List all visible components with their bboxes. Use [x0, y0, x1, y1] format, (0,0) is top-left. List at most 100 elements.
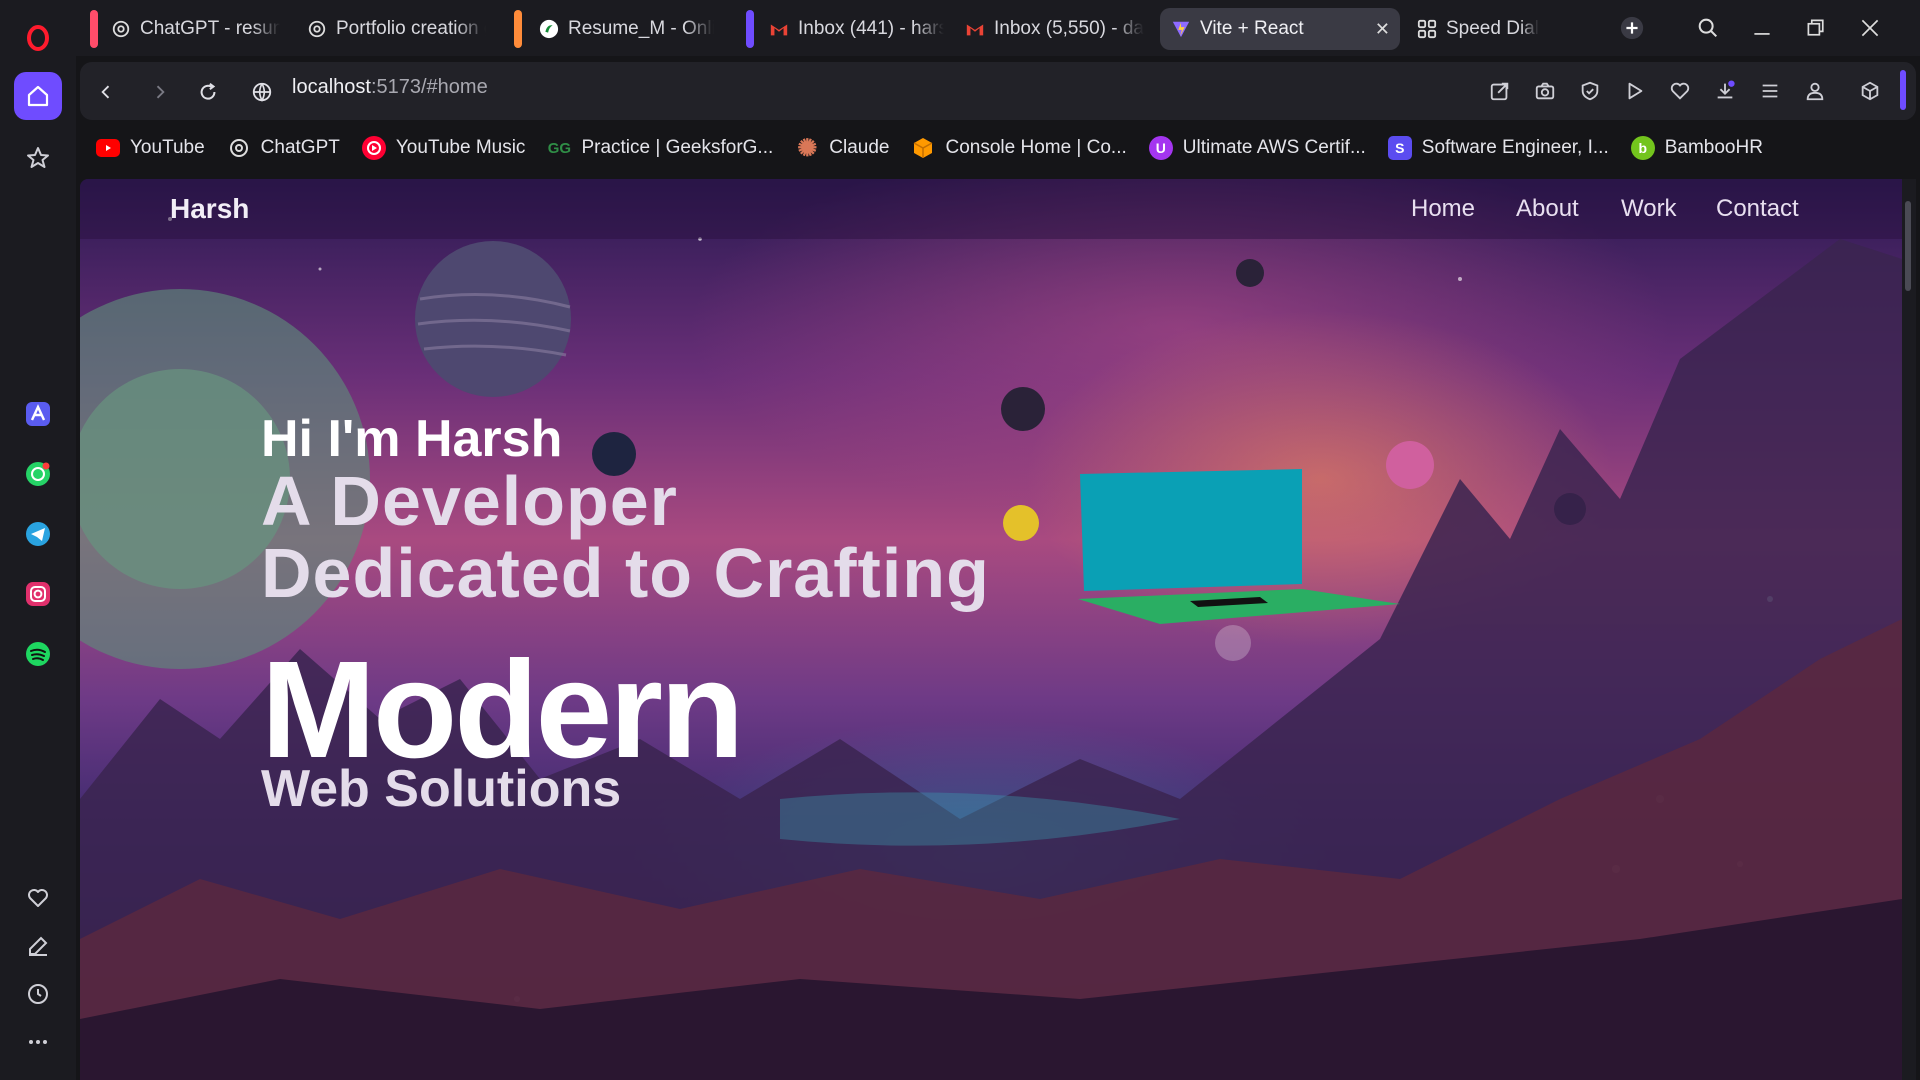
scrollbar-thumb[interactable] — [1905, 201, 1911, 291]
new-tab-button[interactable] — [1612, 10, 1652, 46]
bookmark-label: Practice | GeeksforG... — [581, 137, 774, 158]
tab-strip: ChatGPT - resume l Portfolio creation g … — [76, 0, 1920, 56]
chatgpt-icon — [306, 18, 328, 40]
play-icon[interactable] — [1619, 75, 1651, 107]
star-icon[interactable] — [14, 134, 62, 182]
bookmark-bamboohr[interactable]: b BambooHR — [1630, 136, 1763, 160]
hero-line-crafting: Dedicated to Crafting — [261, 534, 990, 612]
bookmark-youtube[interactable]: YouTube — [96, 137, 205, 159]
tab[interactable]: Inbox (441) - harsh — [758, 8, 954, 50]
site-brand[interactable]: Harsh — [170, 193, 249, 225]
nav-link-home[interactable]: Home — [1411, 195, 1475, 223]
youtube-music-icon — [361, 136, 386, 160]
hero-line-developer: A Developer — [261, 462, 678, 540]
overleaf-icon — [538, 18, 560, 40]
aws-console-icon — [911, 136, 935, 160]
youtube-icon — [96, 139, 120, 157]
gmail-icon — [768, 18, 790, 40]
site-navbar: Harsh Home About Work Contact — [80, 179, 1902, 239]
bookmark-youtube-music[interactable]: YouTube Music — [361, 136, 526, 160]
bookmark-claude[interactable]: ✺ Claude — [795, 134, 890, 162]
opera-menu-icon[interactable] — [14, 14, 62, 62]
aria-ai-icon[interactable] — [14, 390, 62, 438]
tab-island-marker — [90, 10, 98, 48]
space-landscape-background — [80, 217, 1902, 1080]
forward-button[interactable] — [142, 74, 178, 110]
bookmark-udemy[interactable]: U Ultimate AWS Certif... — [1148, 136, 1366, 160]
extensions-cube-icon[interactable] — [1854, 75, 1886, 107]
tab-active[interactable]: Vite + React ✕ — [1160, 8, 1400, 50]
bookmark-label: YouTube Music — [395, 137, 526, 158]
search-icon[interactable] — [1688, 10, 1728, 46]
edit-icon[interactable] — [14, 922, 62, 970]
tab-title: Vite + React — [1200, 18, 1304, 39]
close-icon[interactable]: ✕ — [1375, 19, 1390, 40]
restore-button[interactable] — [1796, 10, 1836, 46]
udemy-icon: U — [1148, 136, 1173, 160]
vite-icon — [1170, 18, 1192, 40]
tab-title: Inbox (5,550) - dah — [994, 18, 1144, 39]
reload-button[interactable] — [190, 74, 226, 110]
instagram-icon[interactable] — [14, 570, 62, 618]
tab-title: Resume_M - Online — [568, 18, 714, 39]
easy-setup-icon[interactable] — [1754, 75, 1786, 107]
url-path: :5173/#home — [370, 76, 488, 98]
bookmark-aws-console[interactable]: Console Home | Co... — [911, 136, 1127, 160]
pink-ball — [1386, 441, 1434, 489]
nav-link-work[interactable]: Work — [1621, 195, 1677, 223]
gmail-icon — [964, 18, 986, 40]
close-window-button[interactable] — [1850, 10, 1890, 46]
claude-icon: ✺ — [797, 134, 818, 162]
bookmark-label: ChatGPT — [260, 137, 340, 158]
bookmark-label: Claude — [829, 137, 890, 158]
tab[interactable]: ChatGPT - resume l — [100, 8, 290, 50]
bookmark-geeksforgeeks[interactable]: GG Practice | GeeksforG... — [547, 136, 774, 160]
page-scrollbar[interactable] — [1902, 179, 1916, 1080]
back-button[interactable] — [88, 74, 124, 110]
bookmark-chatgpt[interactable]: ChatGPT — [227, 136, 340, 160]
whatsapp-icon[interactable] — [14, 450, 62, 498]
spotify-icon[interactable] — [14, 630, 62, 678]
tab-title: Inbox (441) - harsh — [798, 18, 944, 39]
nav-link-about[interactable]: About — [1516, 195, 1579, 223]
geeksforgeeks-icon: GG — [547, 139, 572, 157]
bookmark-label: YouTube — [130, 137, 205, 158]
tab[interactable]: Resume_M - Online — [528, 8, 724, 50]
tab[interactable]: Inbox (5,550) - dah — [954, 8, 1154, 50]
browser-window: ChatGPT - resume l Portfolio creation g … — [0, 0, 1920, 1080]
url-host: localhost — [292, 76, 371, 98]
bookmark-software-engineer[interactable]: S Software Engineer, I... — [1387, 136, 1609, 160]
telegram-icon[interactable] — [14, 510, 62, 558]
s-icon: S — [1387, 136, 1412, 160]
download-icon[interactable] — [1709, 75, 1741, 107]
tab-title: Portfolio creation g — [336, 18, 486, 39]
home-icon[interactable] — [14, 72, 62, 120]
tab[interactable]: Portfolio creation g — [296, 8, 496, 50]
nav-link-contact[interactable]: Contact — [1716, 195, 1799, 223]
share-icon[interactable] — [1484, 75, 1516, 107]
history-icon[interactable] — [14, 970, 62, 1018]
heart-icon[interactable] — [14, 874, 62, 922]
camera-icon[interactable] — [1529, 75, 1561, 107]
bamboohr-icon: b — [1630, 136, 1655, 160]
tab-title: Speed Dial — [1446, 18, 1539, 39]
tab[interactable]: Speed Dial — [1406, 8, 1556, 50]
striped-planet — [415, 241, 571, 397]
bookmark-label: Ultimate AWS Certif... — [1182, 137, 1366, 158]
url-field[interactable]: localhost:5173/#home — [292, 76, 488, 99]
more-icon[interactable] — [14, 1018, 62, 1066]
profile-icon[interactable] — [1799, 75, 1831, 107]
sidebar-toggle-marker[interactable] — [1900, 70, 1906, 110]
globe-icon[interactable] — [244, 74, 280, 110]
shield-icon[interactable] — [1574, 75, 1606, 107]
speed-dial-icon — [1416, 18, 1438, 40]
opera-sidebar — [0, 0, 76, 1080]
heart-icon[interactable] — [1664, 75, 1696, 107]
floating-laptop-model — [1078, 469, 1400, 624]
hero-greeting: Hi I'm Harsh — [261, 410, 563, 468]
bookmark-label: BambooHR — [1664, 137, 1763, 158]
hero-line-web-solutions: Web Solutions — [261, 760, 622, 818]
tab-island-marker — [746, 10, 754, 48]
minimize-button[interactable] — [1742, 10, 1782, 46]
yellow-ball — [1003, 505, 1039, 541]
